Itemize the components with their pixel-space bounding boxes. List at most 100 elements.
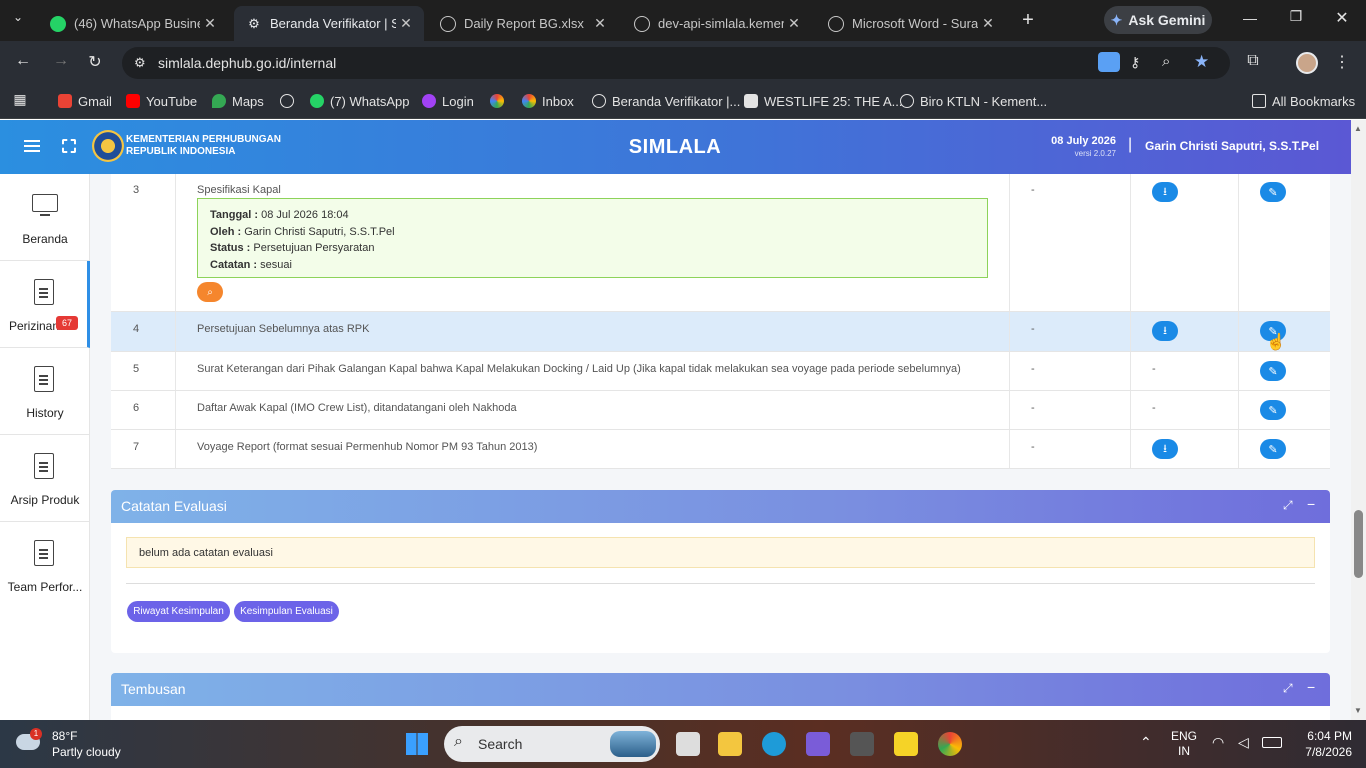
close-icon[interactable]: ✕ (784, 15, 804, 32)
sticky-notes-icon[interactable] (894, 732, 918, 756)
tab-dev-api[interactable]: dev-api-simlala.kemen ✕ (622, 6, 812, 41)
gmail-icon (58, 94, 72, 108)
row-download-empty: - (1152, 402, 1156, 414)
edit-button[interactable]: ✎ (1260, 439, 1286, 459)
restore-button[interactable]: ❐ (1286, 8, 1306, 25)
hamburger-menu-icon[interactable] (24, 140, 40, 152)
riwayat-kesimpulan-button[interactable]: Riwayat Kesimpulan (127, 601, 230, 622)
minimize-button[interactable]: — (1240, 10, 1260, 26)
clock[interactable]: 6:04 PM 7/8/2026 (1290, 728, 1352, 760)
task-view-icon[interactable] (676, 732, 700, 756)
row-status: - (1031, 402, 1035, 414)
header-user[interactable]: Garin Christi Saputri, S.S.T.Pel (1145, 139, 1319, 153)
install-app-icon[interactable] (1098, 52, 1120, 72)
show-hidden-icons[interactable]: ⌃ (1140, 734, 1152, 751)
scroll-down-arrow[interactable]: ▼ (1354, 706, 1362, 715)
scroll-thumb[interactable] (1354, 510, 1363, 578)
ask-gemini-button[interactable]: ✦ Ask Gemini (1104, 6, 1212, 34)
battery-icon[interactable] (1262, 737, 1282, 748)
document-name: Voyage Report (format sesuai Permenhub N… (197, 441, 538, 453)
sidebar-item-team-performance[interactable]: Team Perfor... (0, 522, 90, 609)
new-tab-button[interactable]: + (1016, 9, 1040, 31)
expand-icon[interactable]: ⤢ (1283, 681, 1293, 696)
card-header: Tembusan ⤢ − (111, 673, 1330, 706)
sidebar-item-label: History (26, 406, 64, 420)
bookmark-login[interactable]: Login (422, 92, 474, 110)
apps-grid-icon[interactable]: ▦ (10, 91, 30, 108)
collapse-icon[interactable]: − (1307, 496, 1315, 512)
fullscreen-icon[interactable] (62, 139, 76, 153)
site-info-icon[interactable]: ⚙ (134, 55, 146, 71)
bookmark-star-icon[interactable]: ★ (1194, 52, 1209, 72)
profile-avatar[interactable] (1296, 52, 1318, 74)
close-icon[interactable]: ✕ (396, 15, 416, 32)
tab-beranda-verifikator[interactable]: ⚙ Beranda Verifikator | Si ✕ (234, 6, 424, 41)
tab-search-button[interactable]: ⌄ (8, 10, 28, 30)
taskbar-search[interactable]: ⌕ Search (444, 726, 660, 762)
tab-word[interactable]: Microsoft Word - Surat ✕ (816, 6, 1006, 41)
sidebar-item-history[interactable]: History (0, 348, 90, 435)
bookmark-globe[interactable] (280, 92, 300, 110)
menu-dots-icon[interactable]: ⋮ (1332, 52, 1352, 72)
reload-button[interactable]: ↻ (84, 52, 106, 72)
back-button[interactable]: ← (12, 52, 34, 70)
close-icon[interactable]: ✕ (978, 15, 998, 32)
download-button[interactable]: ⭳ (1152, 439, 1178, 459)
expand-icon[interactable]: ⤢ (1283, 498, 1293, 513)
edit-button[interactable]: ✎ (1260, 400, 1286, 420)
wifi-icon[interactable]: ◠ (1212, 734, 1224, 751)
close-icon[interactable]: ✕ (590, 15, 610, 32)
forward-button[interactable]: → (50, 52, 72, 70)
key-icon[interactable]: ⚷ (1130, 54, 1140, 71)
document-name: Surat Keterangan dari Pihak Galangan Kap… (197, 363, 961, 375)
download-button[interactable]: ⭳ (1152, 182, 1178, 202)
collapse-icon[interactable]: − (1307, 679, 1315, 695)
sidebar-item-arsip-produk[interactable]: Arsip Produk (0, 435, 90, 522)
camera-icon[interactable] (850, 732, 874, 756)
url-text[interactable]: simlala.dephub.go.id/internal (158, 55, 336, 71)
folder-icon (1252, 94, 1266, 108)
volume-icon[interactable]: ◁ (1238, 734, 1249, 751)
close-icon[interactable]: ✕ (200, 15, 220, 32)
view-note-button[interactable]: ⌕ (197, 282, 223, 302)
all-bookmarks[interactable]: All Bookmarks (1252, 92, 1355, 110)
file-explorer-icon[interactable] (718, 732, 742, 756)
windows-start-icon[interactable] (406, 733, 428, 755)
close-window-button[interactable]: ✕ (1332, 8, 1352, 28)
tembusan-card: Tembusan ⤢ − (111, 673, 1330, 720)
weather-widget[interactable]: 1 88°F Partly cloudy (16, 728, 126, 762)
bookmark-youtube[interactable]: YouTube (126, 92, 197, 110)
edge-icon[interactable] (762, 732, 786, 756)
bookmark-whatsapp[interactable]: (7) WhatsApp (310, 92, 409, 110)
tab-daily-report[interactable]: Daily Report BG.xlsx ✕ (428, 6, 618, 41)
page-scrollbar[interactable]: ▲ ▼ (1351, 120, 1366, 720)
extensions-icon[interactable]: ⧉ (1242, 52, 1264, 70)
bookmark-beranda[interactable]: Beranda Verifikator |... (592, 92, 740, 110)
empty-evaluation-text: belum ada catatan evaluasi (139, 547, 273, 559)
language-indicator[interactable]: ENG IN (1170, 729, 1198, 759)
bookmark-biro-ktln[interactable]: Biro KTLN - Kement... (900, 92, 1047, 110)
org-name-line1: KEMENTERIAN PERHUBUNGAN (126, 134, 282, 145)
kesimpulan-evaluasi-button[interactable]: Kesimpulan Evaluasi (234, 601, 339, 622)
scroll-up-arrow[interactable]: ▲ (1354, 124, 1362, 133)
search-label: Search (478, 736, 523, 752)
edit-button[interactable]: ✎ (1260, 361, 1286, 381)
edit-icon: ✎ (1268, 365, 1278, 378)
edit-button[interactable]: ✎ (1260, 182, 1286, 202)
sidebar-item-beranda[interactable]: Beranda (0, 174, 90, 261)
zoom-icon[interactable]: ⌕ (1162, 53, 1170, 70)
main-content: 3 Spesifikasi Kapal Tanggal : 08 Jul 202… (90, 174, 1351, 720)
omnibox[interactable]: ⚙ simlala.dephub.go.id/internal ⚷ ⌕ ★ (122, 47, 1230, 79)
bookmark-westlife[interactable]: WESTLIFE 25: THE A... (744, 92, 902, 110)
bookmark-pinwheel[interactable] (490, 92, 510, 110)
chrome-icon[interactable] (938, 732, 962, 756)
bookmark-gmail[interactable]: Gmail (58, 92, 112, 110)
note-catatan-label: Catatan : (210, 258, 258, 271)
bookmark-maps[interactable]: Maps (212, 92, 264, 110)
bookmark-inbox[interactable]: Inbox (522, 92, 574, 110)
sidebar-item-perizinan[interactable]: Perizinan 67 (0, 261, 90, 348)
app-icon[interactable] (806, 732, 830, 756)
tab-whatsapp[interactable]: (46) WhatsApp Busines ✕ (38, 6, 228, 41)
search-icon: ⌕ (207, 286, 213, 298)
download-button[interactable]: ⭳ (1152, 321, 1178, 341)
